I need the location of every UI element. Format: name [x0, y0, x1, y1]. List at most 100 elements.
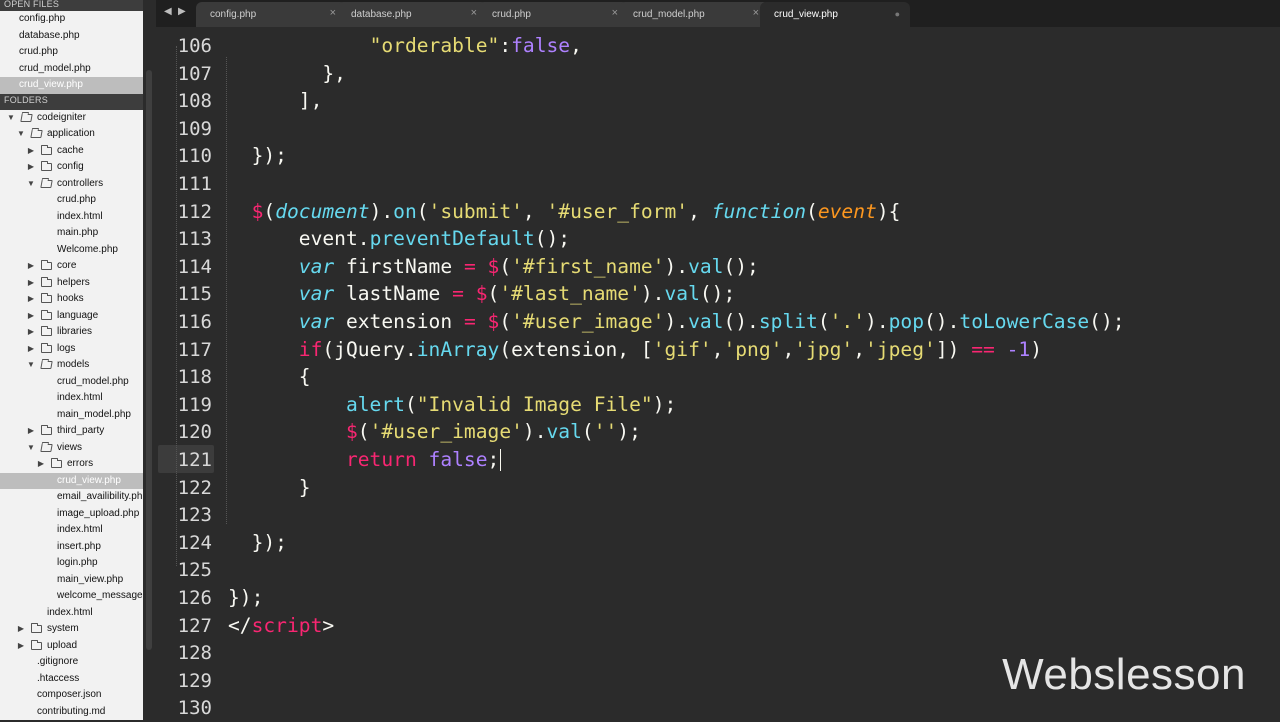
collapsed-arrow-icon[interactable]: ▶ — [26, 258, 36, 275]
tree-file-item[interactable]: composer.json — [0, 687, 143, 704]
tree-file-item[interactable]: crud_model.php — [0, 374, 143, 391]
code-editor[interactable]: 106 107 108 109 110 111 112 113 114 115 116 117 118 1… — [156, 27, 1280, 720]
sidebar-scrollbar-thumb[interactable] — [146, 70, 152, 650]
tree-item-label: index.html — [57, 210, 103, 222]
tree-folder-item[interactable]: ▶ config — [0, 159, 143, 176]
tree-file-item[interactable]: crud_view.php — [0, 472, 143, 489]
tree-folder-item[interactable]: ▼ codeigniter — [0, 110, 143, 127]
code-line[interactable]: }); — [228, 529, 287, 557]
code-line[interactable]: </script> — [228, 612, 334, 640]
collapsed-arrow-icon[interactable]: ▶ — [26, 143, 36, 160]
triangle-right-icon[interactable]: ▶ — [178, 6, 186, 17]
tree-file-item[interactable]: .htaccess — [0, 671, 143, 688]
tree-folder-item[interactable]: ▶ cache — [0, 143, 143, 160]
code-line[interactable]: $('#user_image').val(''); — [228, 418, 641, 446]
code-line[interactable]: "orderable":false, — [228, 32, 582, 60]
code-line[interactable]: }); — [228, 584, 263, 612]
open-file-item[interactable]: crud_model.php — [0, 61, 143, 78]
tree-file-item[interactable]: crud.php — [0, 192, 143, 209]
collapsed-arrow-icon[interactable]: ▶ — [26, 423, 36, 440]
code-line[interactable]: ], — [228, 87, 323, 115]
collapsed-arrow-icon[interactable]: ▶ — [16, 621, 26, 638]
tree-folder-item[interactable]: ▶ core — [0, 258, 143, 275]
tree-file-item[interactable]: insert.php — [0, 539, 143, 556]
tree-file-item[interactable]: .gitignore — [0, 654, 143, 671]
expanded-arrow-icon[interactable]: ▼ — [26, 176, 36, 193]
code-line[interactable]: var extension = $('#user_image').val().s… — [228, 308, 1125, 336]
tree-file-item[interactable]: image_upload.php — [0, 506, 143, 523]
line-number: 123 — [177, 504, 212, 527]
tree-folder-item[interactable]: ▶ hooks — [0, 291, 143, 308]
tree-folder-item[interactable]: ▶ helpers — [0, 275, 143, 292]
tree-folder-item[interactable]: ▶ system — [0, 621, 143, 638]
expanded-arrow-icon[interactable]: ▼ — [26, 440, 36, 457]
tree-file-item[interactable]: Welcome.php — [0, 242, 143, 259]
close-icon[interactable]: × — [612, 7, 618, 19]
tree-folder-item[interactable]: ▶ logs — [0, 341, 143, 358]
tree-folder-item[interactable]: ▼ controllers — [0, 176, 143, 193]
expanded-arrow-icon[interactable]: ▼ — [26, 357, 36, 374]
code-line[interactable]: return false; — [228, 446, 499, 474]
open-file-item[interactable]: crud_view.php — [0, 77, 143, 94]
open-file-item[interactable]: crud.php — [0, 44, 143, 61]
close-icon[interactable]: × — [471, 7, 477, 19]
sidebar-scrollbar[interactable] — [143, 0, 156, 720]
tree-folder-item[interactable]: ▼ models — [0, 357, 143, 374]
tree-folder-item[interactable]: ▶ upload — [0, 638, 143, 655]
code-line[interactable]: event.preventDefault(); — [228, 225, 570, 253]
code-line[interactable]: var lastName = $('#last_name').val(); — [228, 280, 735, 308]
tree-folder-item[interactable]: ▼ views — [0, 440, 143, 457]
code-line[interactable]: } — [228, 474, 311, 502]
tree-folder-item[interactable]: ▶ errors — [0, 456, 143, 473]
collapsed-arrow-icon[interactable]: ▶ — [26, 324, 36, 341]
close-icon[interactable]: × — [753, 7, 759, 19]
code-line[interactable]: }, — [228, 60, 346, 88]
tab-config[interactable]: config.php × — [196, 2, 346, 27]
tree-file-item[interactable]: email_availibility.php — [0, 489, 143, 506]
code-line[interactable]: { — [228, 363, 311, 391]
unsaved-dot-icon[interactable]: ● — [895, 9, 900, 19]
collapsed-arrow-icon[interactable]: ▶ — [26, 341, 36, 358]
code-line[interactable]: if(jQuery.inArray(extension, ['gif','png… — [228, 336, 1042, 364]
tab-crud-model[interactable]: crud_model.php × — [619, 2, 769, 27]
tab-database[interactable]: database.php × — [337, 2, 487, 27]
collapsed-arrow-icon[interactable]: ▶ — [26, 291, 36, 308]
code-token: script — [251, 613, 323, 637]
code-token: 'submit' — [428, 199, 523, 223]
tree-file-item[interactable]: index.html — [0, 390, 143, 407]
collapsed-arrow-icon[interactable]: ▶ — [36, 456, 46, 473]
code-line[interactable]: }); — [228, 142, 287, 170]
collapsed-arrow-icon[interactable]: ▶ — [26, 159, 36, 176]
close-icon[interactable]: × — [330, 7, 336, 19]
tree-folder-item[interactable]: ▶ libraries — [0, 324, 143, 341]
tree-file-item[interactable]: welcome_message.php — [0, 588, 143, 605]
tree-folder-item[interactable]: ▶ third_party — [0, 423, 143, 440]
tree-file-item[interactable]: login.php — [0, 555, 143, 572]
tree-file-item[interactable]: main_view.php — [0, 572, 143, 589]
tree-file-item[interactable]: contributing.md — [0, 704, 143, 721]
open-file-item[interactable]: config.php — [0, 11, 143, 28]
open-file-item[interactable]: database.php — [0, 28, 143, 45]
expanded-arrow-icon[interactable]: ▼ — [16, 126, 26, 143]
triangle-left-icon[interactable]: ◀ — [164, 6, 172, 17]
code-line[interactable]: $(document).on('submit', '#user_form', f… — [228, 198, 901, 226]
code-token: split — [758, 310, 818, 333]
code-token: ( — [357, 420, 370, 444]
tab-crud[interactable]: crud.php × — [478, 2, 628, 27]
tree-folder-item[interactable]: ▼ application — [0, 126, 143, 143]
code-line[interactable]: var firstName = $('#first_name').val(); — [228, 253, 759, 281]
collapsed-arrow-icon[interactable]: ▶ — [26, 308, 36, 325]
expanded-arrow-icon[interactable]: ▼ — [6, 110, 16, 127]
tree-folder-item[interactable]: ▶ language — [0, 308, 143, 325]
collapsed-arrow-icon[interactable]: ▶ — [26, 275, 36, 292]
tree-file-item[interactable]: index.html — [0, 522, 143, 539]
tree-file-item[interactable]: main.php — [0, 225, 143, 242]
tree-file-item[interactable]: index.html — [0, 605, 143, 622]
collapsed-arrow-icon[interactable]: ▶ — [16, 638, 26, 655]
code-line[interactable]: alert("Invalid Image File"); — [228, 391, 676, 419]
tab-crud-view[interactable]: crud_view.php ● — [760, 2, 910, 27]
code-token: (jQuery. — [322, 337, 417, 361]
tree-file-item[interactable]: main_model.php — [0, 407, 143, 424]
tree-file-item[interactable]: index.html — [0, 209, 143, 226]
